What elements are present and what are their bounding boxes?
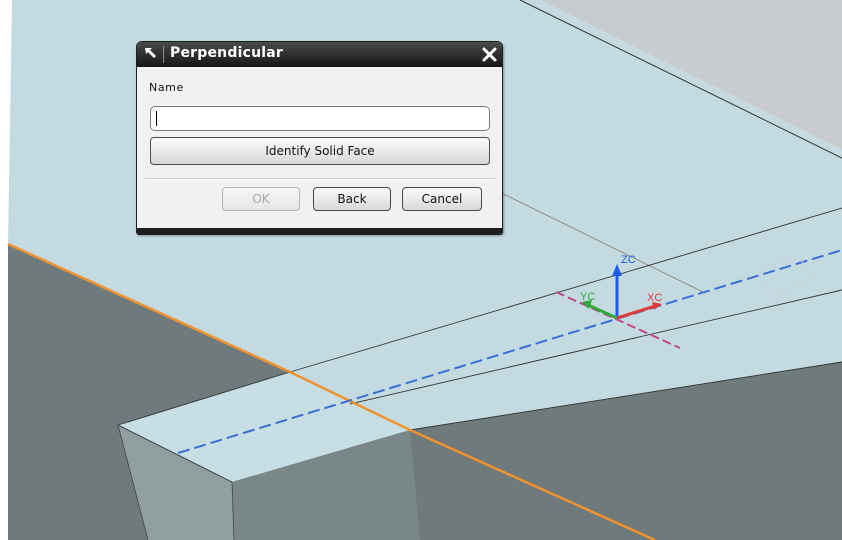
cancel-button[interactable]: Cancel	[402, 187, 482, 211]
dialog-bottom-bar	[137, 228, 502, 234]
ok-button[interactable]: OK	[222, 187, 300, 211]
dialog-title: Perpendicular	[170, 45, 283, 61]
identify-solid-face-button[interactable]: Identify Solid Face	[150, 137, 490, 165]
close-icon[interactable]	[480, 45, 499, 64]
dialog-titlebar[interactable]: Perpendicular	[137, 42, 502, 67]
zc-label: ZC	[621, 254, 636, 266]
yc-label: YC	[580, 291, 595, 303]
name-label: Name	[149, 81, 184, 94]
dialog-divider	[145, 178, 495, 180]
perpendicular-dialog: Perpendicular Name Identify Solid Face O…	[136, 41, 503, 235]
dialog-arrow-icon	[145, 48, 156, 58]
title-separator	[163, 46, 164, 63]
text-caret	[156, 111, 157, 126]
name-input[interactable]	[150, 106, 490, 131]
back-button[interactable]: Back	[313, 187, 391, 211]
xc-label: XC	[647, 292, 662, 304]
